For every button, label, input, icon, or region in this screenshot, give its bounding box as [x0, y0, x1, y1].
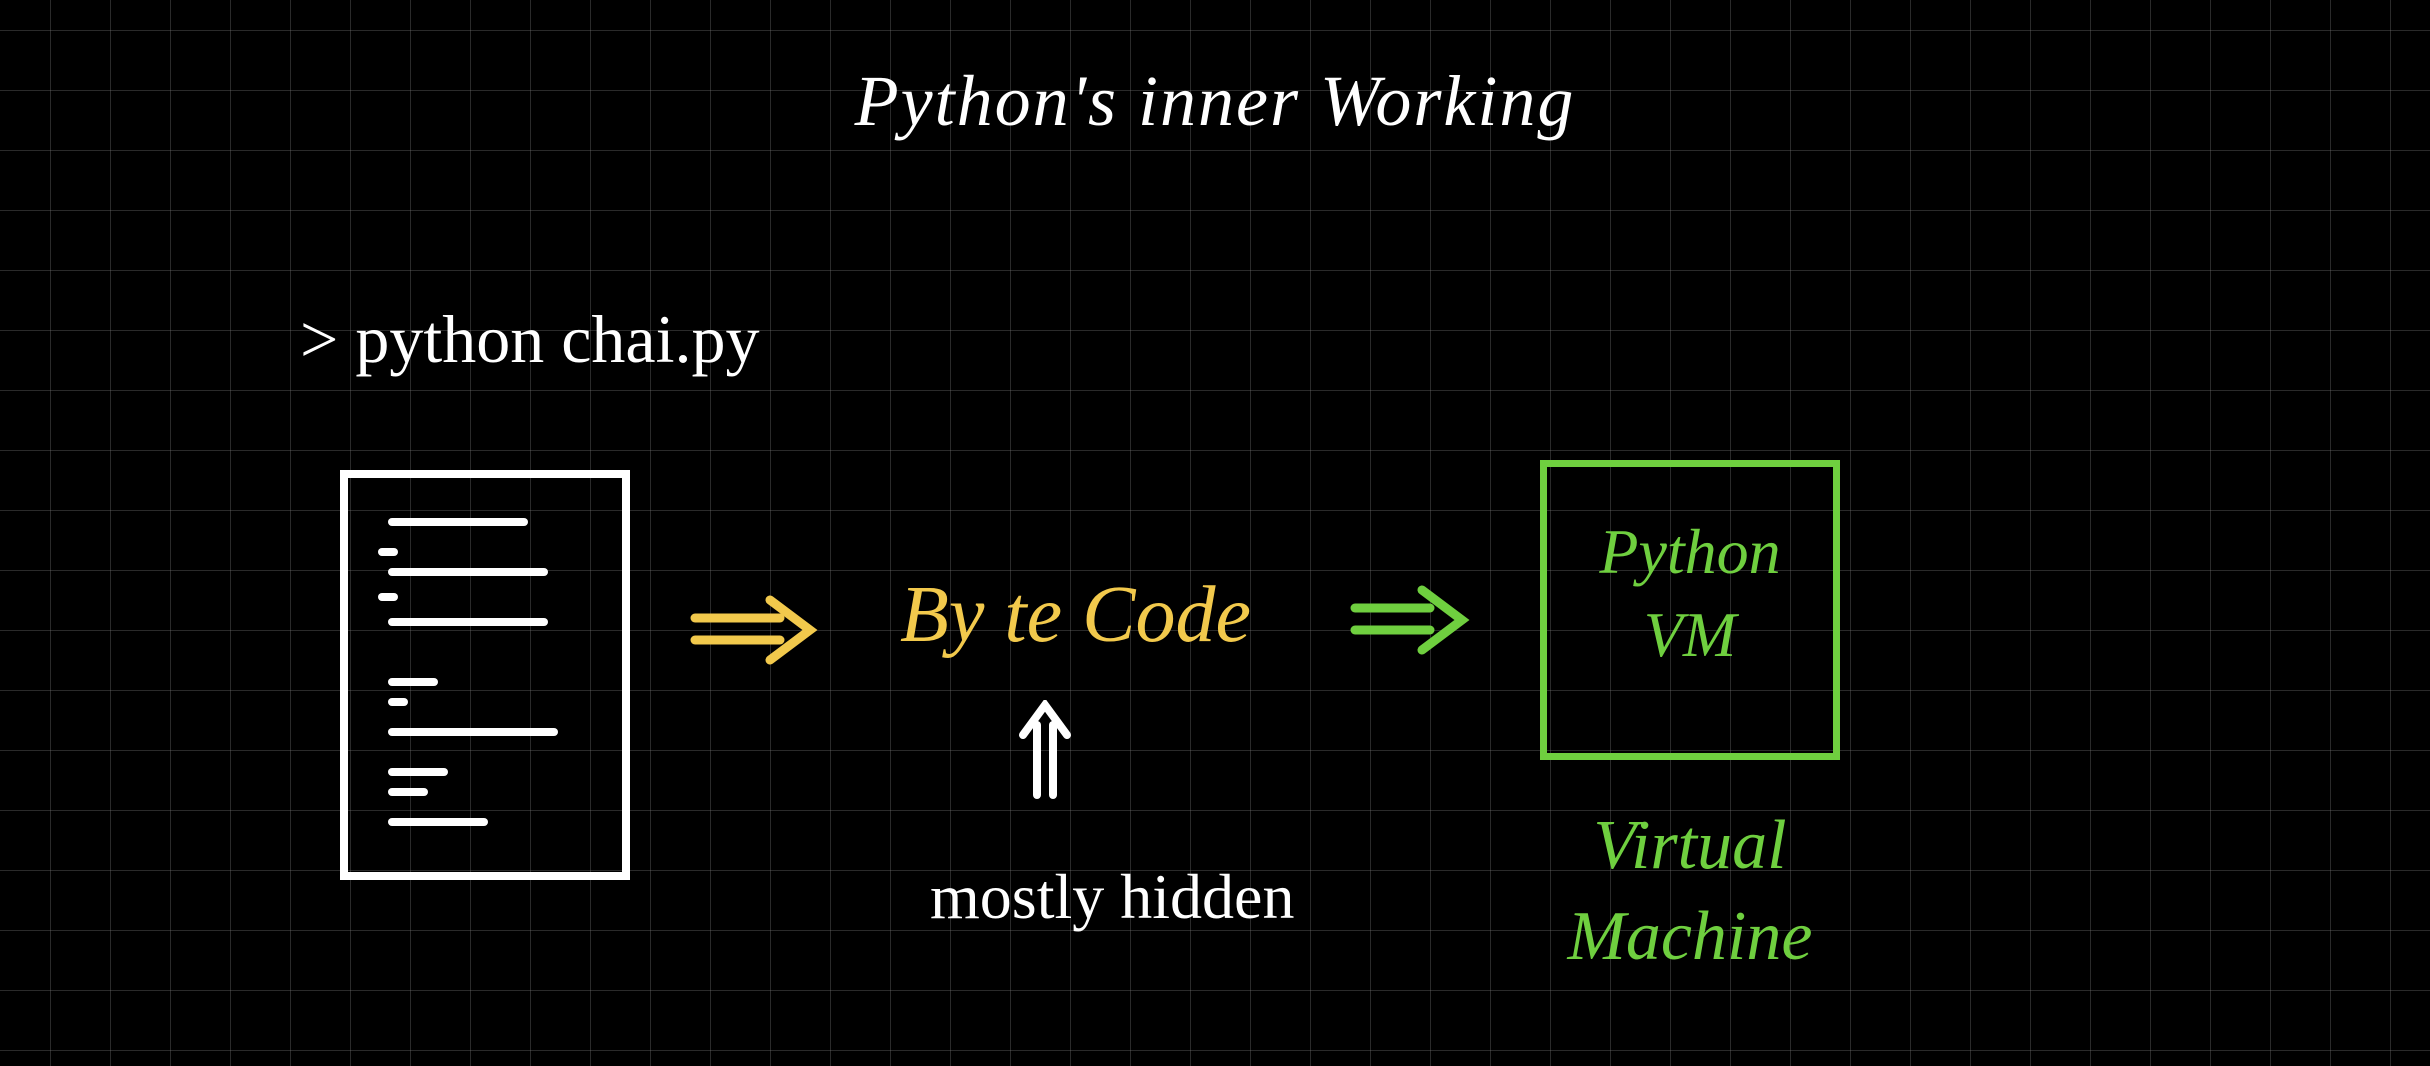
arrow-up-icon [1015, 700, 1075, 800]
source-file-box [340, 470, 630, 880]
vm-caption-line-1: Virtual [1593, 807, 1786, 884]
diagram-title: Python's inner Working [0, 60, 2430, 143]
bytecode-label: By te Code [900, 570, 1251, 661]
virtual-machine-caption: Virtual Machine [1520, 800, 1860, 982]
vm-line-1: Python [1599, 516, 1780, 587]
arrow-right-icon [690, 590, 820, 670]
diagram-canvas: Python's inner Working > python chai.py … [0, 0, 2430, 1066]
bytecode-note: mostly hidden [930, 860, 1294, 934]
command-text: > python chai.py [300, 300, 760, 379]
vm-line-2: VM [1644, 599, 1736, 670]
arrow-right-icon [1350, 580, 1470, 660]
python-vm-box-text: Python VM [1540, 510, 1840, 676]
vm-caption-line-2: Machine [1568, 898, 1813, 975]
